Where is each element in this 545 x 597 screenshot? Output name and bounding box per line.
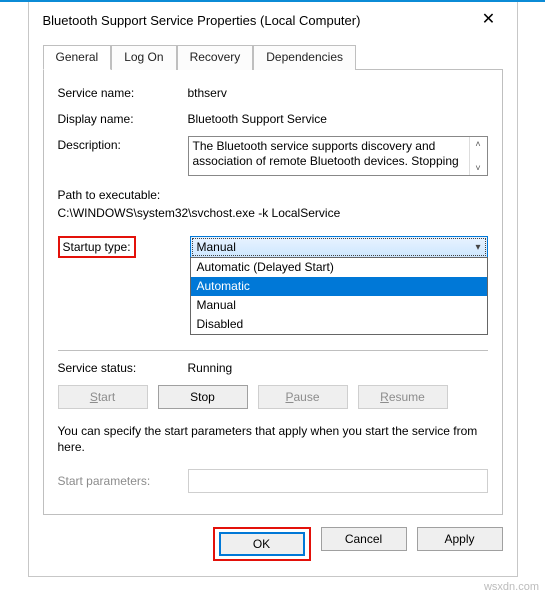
apply-button[interactable]: Apply xyxy=(417,527,503,551)
option-manual[interactable]: Manual xyxy=(191,296,487,315)
label-service-status: Service status: xyxy=(58,361,188,375)
highlight-ok-button: OK xyxy=(213,527,311,561)
label-path: Path to executable: xyxy=(58,186,488,204)
pause-button: Pause xyxy=(258,385,348,409)
general-panel: Service name: bthserv Display name: Blue… xyxy=(43,70,503,515)
watermark: wsxdn.com xyxy=(484,581,539,593)
value-display-name: Bluetooth Support Service xyxy=(188,110,488,126)
separator xyxy=(58,350,488,351)
highlight-startup-label: Startup type: xyxy=(58,236,136,258)
label-service-name: Service name: xyxy=(58,84,188,100)
option-disabled[interactable]: Disabled xyxy=(191,315,487,334)
option-automatic-delayed[interactable]: Automatic (Delayed Start) xyxy=(191,258,487,277)
stop-button[interactable]: Stop xyxy=(158,385,248,409)
label-startup-type: Startup type: xyxy=(63,240,131,254)
tab-general[interactable]: General xyxy=(43,45,112,70)
tab-logon[interactable]: Log On xyxy=(111,45,176,70)
title-bar: Bluetooth Support Service Properties (Lo… xyxy=(29,2,517,32)
description-box[interactable]: The Bluetooth service supports discovery… xyxy=(188,136,488,176)
close-icon[interactable]: ✕ xyxy=(475,12,503,28)
value-service-status: Running xyxy=(188,361,233,375)
window-title: Bluetooth Support Service Properties (Lo… xyxy=(43,13,361,28)
startup-type-value: Manual xyxy=(197,240,236,254)
tab-recovery[interactable]: Recovery xyxy=(177,45,254,70)
cancel-button[interactable]: Cancel xyxy=(321,527,407,551)
label-display-name: Display name: xyxy=(58,110,188,126)
description-scrollbar[interactable]: ˄ ˅ xyxy=(469,137,487,175)
tab-dependencies[interactable]: Dependencies xyxy=(253,45,356,70)
resume-button: Resume xyxy=(358,385,448,409)
start-button: Start xyxy=(58,385,148,409)
tab-strip: General Log On Recovery Dependencies xyxy=(43,44,503,70)
ok-button[interactable]: OK xyxy=(219,532,305,556)
description-text: The Bluetooth service supports discovery… xyxy=(193,139,459,168)
chevron-down-icon: ▾ xyxy=(475,242,480,253)
label-start-parameters: Start parameters: xyxy=(58,474,188,488)
label-description: Description: xyxy=(58,136,188,152)
value-service-name: bthserv xyxy=(188,84,488,100)
option-automatic[interactable]: Automatic xyxy=(191,277,487,296)
startup-type-select[interactable]: Manual ▾ xyxy=(190,236,488,258)
scroll-up-icon[interactable]: ˄ xyxy=(470,137,487,151)
scroll-down-icon[interactable]: ˅ xyxy=(470,161,487,175)
startup-type-dropdown[interactable]: Automatic (Delayed Start) Automatic Manu… xyxy=(190,257,488,335)
value-path: C:\WINDOWS\system32\svchost.exe -k Local… xyxy=(58,204,488,222)
properties-dialog: Bluetooth Support Service Properties (Lo… xyxy=(28,2,518,577)
start-parameters-input xyxy=(188,469,488,493)
help-text: You can specify the start parameters tha… xyxy=(58,423,488,455)
